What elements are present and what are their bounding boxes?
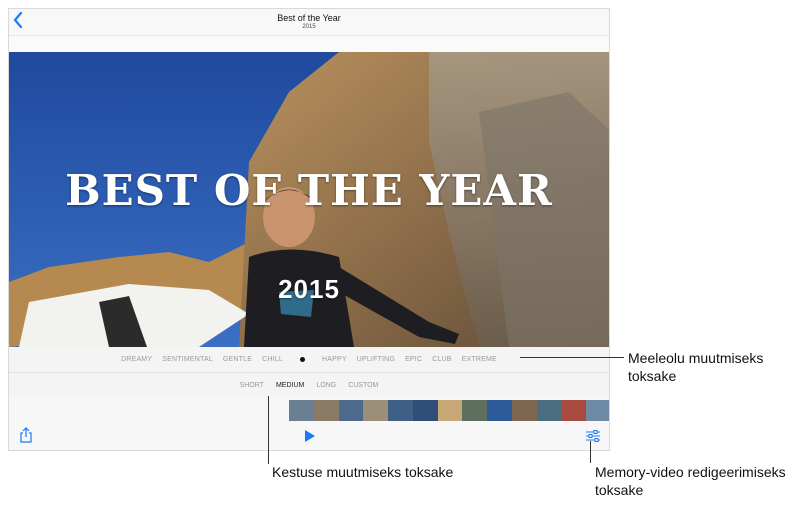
mood-callout-line [520, 357, 624, 358]
thumbnail-strip[interactable] [289, 400, 609, 421]
nav-title: Best of the Year [277, 13, 341, 23]
nav-subtitle: 2015 [302, 24, 316, 30]
play-button[interactable] [304, 429, 316, 443]
duration-callout-line [268, 396, 269, 464]
mood-uplifting[interactable]: UPLIFTING [357, 356, 395, 363]
mood-sentimental[interactable]: SENTIMENTAL [162, 356, 213, 363]
mood-callout: Meeleolu muutmiseks toksake [628, 350, 764, 384]
mood-chill[interactable]: CHILL [262, 356, 283, 363]
memory-video-preview[interactable]: BEST OF THE YEAR 2015 [9, 52, 609, 347]
hero-year: 2015 [278, 274, 340, 304]
mood-selector: DREAMY SENTIMENTAL GENTLE CHILL HAPPY UP… [9, 347, 609, 373]
length-selector: SHORT MEDIUM LONG CUSTOM [9, 373, 609, 397]
mood-club[interactable]: CLUB [432, 356, 451, 363]
thumbnail [363, 400, 389, 421]
edit-callout: Memory-video redigeerimiseks toksake [595, 464, 786, 498]
mood-selected-indicator[interactable] [299, 357, 305, 362]
memory-video-screen: Best of the Year 2015 BEST OF THE YEAR 2… [8, 8, 610, 451]
nav-separator [9, 35, 609, 53]
share-icon [20, 427, 32, 443]
thumbnail [561, 400, 587, 421]
thumbnail [412, 400, 438, 421]
mood-epic[interactable]: EPIC [405, 356, 422, 363]
thumbnail [462, 400, 488, 421]
mood-extreme[interactable]: EXTREME [462, 356, 497, 363]
nav-bar: Best of the Year 2015 [9, 9, 609, 35]
sliders-icon [586, 430, 600, 442]
thumbnail [536, 400, 562, 421]
length-custom[interactable]: CUSTOM [348, 382, 378, 389]
edit-callout-line [590, 441, 591, 463]
thumbnail [388, 400, 413, 421]
edit-button[interactable] [585, 429, 601, 443]
thumbnail [338, 400, 364, 421]
thumbnail [313, 400, 339, 421]
thumbnail [511, 400, 537, 421]
thumbnail [586, 400, 609, 421]
length-long[interactable]: LONG [316, 382, 336, 389]
share-button[interactable] [19, 427, 33, 443]
play-icon [305, 430, 315, 442]
thumbnail [289, 400, 314, 421]
duration-callout: Kestuse muutmiseks toksake [272, 464, 454, 480]
bottom-toolbar [9, 397, 609, 450]
thumbnail [487, 400, 512, 421]
thumbnail [437, 400, 463, 421]
length-short[interactable]: SHORT [240, 382, 264, 389]
length-medium[interactable]: MEDIUM [276, 382, 304, 389]
mood-happy[interactable]: HAPPY [322, 356, 347, 363]
hero-title: BEST OF THE YEAR [65, 166, 553, 215]
mood-dreamy[interactable]: DREAMY [121, 356, 152, 363]
mood-gentle[interactable]: GENTLE [223, 356, 252, 363]
